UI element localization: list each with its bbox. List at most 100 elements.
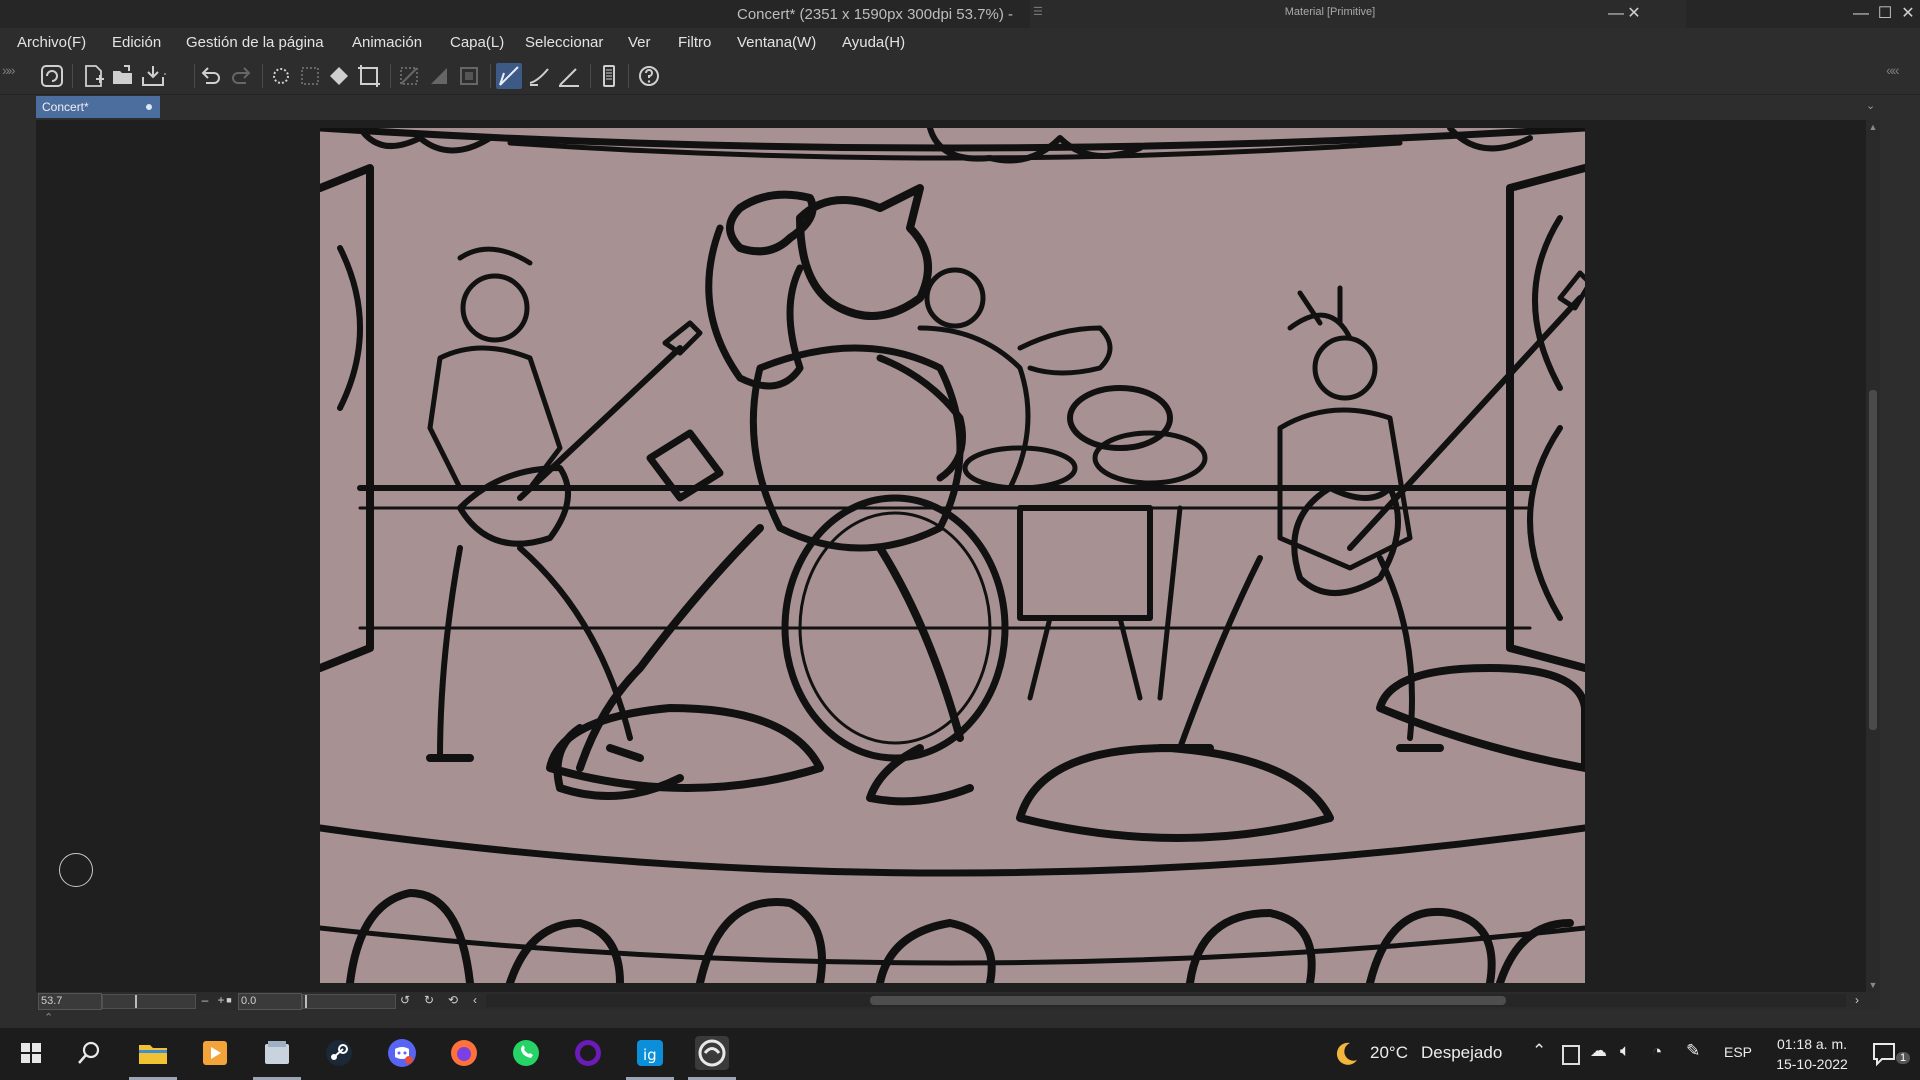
fill-icon[interactable] xyxy=(326,63,352,89)
toolbar-divider xyxy=(262,64,263,88)
discord-icon[interactable] xyxy=(385,1036,419,1070)
close-button[interactable]: ✕ xyxy=(1897,3,1919,25)
toolbar-divider xyxy=(390,64,391,88)
volume-icon[interactable]: 🔈︎ xyxy=(1620,1041,1630,1061)
panel-close-button[interactable]: ✕ xyxy=(1623,3,1645,25)
notifications-icon[interactable]: 1 xyxy=(1870,1040,1911,1068)
menu-bar: Archivo(F) Edición Gestión de la página … xyxy=(0,30,1920,56)
vertical-scroll-thumb[interactable] xyxy=(1869,390,1877,730)
ruler-snap-icon[interactable] xyxy=(496,63,522,89)
menu-gestion-pagina[interactable]: Gestión de la página xyxy=(186,34,324,51)
smartphone-icon[interactable] xyxy=(596,63,622,89)
device-icon[interactable] xyxy=(1562,1045,1580,1065)
wifi-icon[interactable]: ◔ xyxy=(1652,1042,1662,1062)
undo-icon[interactable] xyxy=(198,63,224,89)
windows-taskbar: ig 20°C Despejado ⌃ ☁ 🔈︎ ◔ ✎ ESP 01:18 a… xyxy=(0,1028,1920,1080)
clock[interactable]: 01:18 a. m. 15-10-2022 xyxy=(1762,1034,1862,1074)
open-file-icon[interactable] xyxy=(110,63,136,89)
tab-close-icon[interactable] xyxy=(146,104,152,110)
toolbar-divider xyxy=(590,64,591,88)
scroll-up-icon[interactable]: ▲ xyxy=(1867,122,1879,132)
stroke-selection-icon[interactable] xyxy=(456,63,482,89)
zoom-slider[interactable] xyxy=(102,994,196,1009)
menu-animacion[interactable]: Animación xyxy=(352,34,422,51)
menu-seleccionar[interactable]: Seleccionar xyxy=(525,34,603,51)
drawing-canvas[interactable] xyxy=(320,128,1585,983)
menu-ayuda[interactable]: Ayuda(H) xyxy=(842,34,905,51)
clock-date: 15-10-2022 xyxy=(1776,1056,1848,1072)
material-panel-title: Material [Primitive] xyxy=(1284,6,1376,18)
save-icon[interactable] xyxy=(140,63,166,89)
notification-badge: 1 xyxy=(1896,1052,1911,1064)
whatsapp-icon[interactable] xyxy=(509,1036,543,1070)
menu-ventana[interactable]: Ventana(W) xyxy=(737,34,816,51)
pen-icon[interactable]: ✎ xyxy=(1686,1041,1700,1061)
reset-view-button[interactable]: ■ xyxy=(222,993,236,1008)
tab-label: Concert* xyxy=(42,100,89,114)
rotate-right-icon[interactable]: ↻ xyxy=(422,993,436,1008)
grid-snap-icon[interactable] xyxy=(556,63,582,89)
instagram-icon[interactable]: ig xyxy=(626,1036,674,1080)
menu-capa[interactable]: Capa(L) xyxy=(450,34,504,51)
clip-studio-icon[interactable] xyxy=(39,63,65,89)
onedrive-cloud-icon[interactable]: ☁ xyxy=(1590,1041,1607,1061)
clear-icon[interactable] xyxy=(268,63,294,89)
steam-icon[interactable] xyxy=(322,1036,356,1070)
show-hidden-icons-icon[interactable]: ⌃ xyxy=(1532,1041,1546,1061)
collapse-right-icon[interactable]: «« xyxy=(1886,62,1900,78)
weather-temperature[interactable]: 20°C xyxy=(1370,1043,1408,1063)
zoom-level-field[interactable]: 53.7 xyxy=(38,993,102,1010)
title-bar: Concert* (2351 x 1590px 300dpi 53.7%) - … xyxy=(0,0,1920,28)
file-explorer-icon[interactable] xyxy=(129,1036,177,1080)
brush-cursor-icon xyxy=(59,853,93,887)
obs-icon[interactable] xyxy=(571,1036,605,1070)
toolbar-divider xyxy=(194,64,195,88)
transform-icon[interactable] xyxy=(356,63,382,89)
zoom-out-button[interactable]: – xyxy=(198,993,212,1008)
fill-selection-icon[interactable] xyxy=(426,63,452,89)
minimize-button[interactable]: — xyxy=(1850,3,1872,25)
media-player-icon[interactable] xyxy=(198,1036,232,1070)
help-icon[interactable] xyxy=(636,63,662,89)
moon-weather-icon[interactable] xyxy=(1330,1039,1360,1069)
concert-lineart-illustration xyxy=(320,128,1585,983)
maximize-button[interactable]: ☐ xyxy=(1874,3,1896,25)
firefox-icon[interactable] xyxy=(447,1036,481,1070)
toolbar-divider xyxy=(490,64,491,88)
menu-archivo[interactable]: Archivo(F) xyxy=(17,34,86,51)
windows-start-icon[interactable] xyxy=(14,1036,48,1070)
horizontal-scroll-thumb[interactable] xyxy=(870,996,1506,1005)
menu-ver[interactable]: Ver xyxy=(628,34,651,51)
special-ruler-snap-icon[interactable] xyxy=(526,63,552,89)
expand-panel-icon[interactable]: ⌃ xyxy=(44,1011,53,1024)
scroll-left-icon[interactable]: ‹ xyxy=(468,993,482,1008)
chevron-down-icon[interactable]: ⌄ xyxy=(1866,99,1875,112)
tab-concert[interactable]: Concert* xyxy=(36,96,160,118)
menu-edicion[interactable]: Edición xyxy=(112,34,161,51)
clear-outside-icon[interactable] xyxy=(297,63,323,89)
vertical-scrollbar[interactable]: ▲ ▼ xyxy=(1866,120,1880,992)
menu-filtro[interactable]: Filtro xyxy=(678,34,711,51)
files-app-icon[interactable] xyxy=(253,1036,301,1080)
toolbar-divider xyxy=(628,64,629,88)
redo-icon[interactable] xyxy=(228,63,254,89)
scroll-down-icon[interactable]: ▼ xyxy=(1867,980,1879,990)
rotate-left-icon[interactable]: ↺ xyxy=(398,993,412,1008)
clip-studio-taskbar-icon[interactable] xyxy=(688,1036,736,1080)
horizontal-scrollbar[interactable] xyxy=(486,994,1846,1007)
hide-selection-icon[interactable] xyxy=(396,63,422,89)
document-tab-strip: Concert* xyxy=(36,96,1884,120)
scroll-right-icon[interactable]: › xyxy=(1850,993,1864,1008)
command-bar: »» «« xyxy=(0,58,1920,95)
search-icon[interactable] xyxy=(72,1036,106,1070)
collapse-left-icon[interactable]: »» xyxy=(2,62,16,78)
rotation-slider[interactable] xyxy=(302,994,396,1009)
reset-rotation-icon[interactable]: ⟲ xyxy=(446,993,460,1008)
rotation-field[interactable]: 0.0 xyxy=(238,993,302,1010)
svg-text:ig: ig xyxy=(643,1046,657,1064)
bottom-panel-strip: ⌃ xyxy=(0,1010,1920,1028)
new-file-icon[interactable] xyxy=(80,63,106,89)
language-indicator[interactable]: ESP xyxy=(1724,1044,1752,1060)
weather-description[interactable]: Despejado xyxy=(1421,1043,1502,1063)
clock-time: 01:18 a. m. xyxy=(1776,1036,1848,1052)
